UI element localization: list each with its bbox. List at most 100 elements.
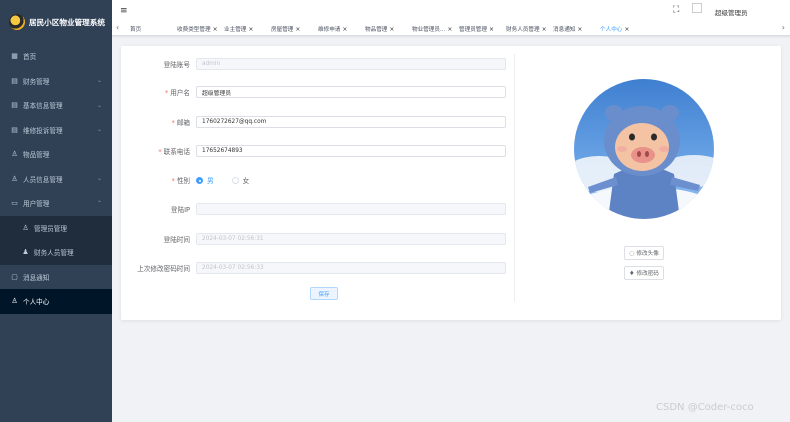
- chevron-down-icon: ⌄: [96, 175, 102, 183]
- tab-label: 消息通知: [553, 27, 576, 33]
- required-mark: *: [171, 119, 175, 127]
- phone-field[interactable]: 17652674893: [196, 145, 506, 157]
- document-icon: ▤: [11, 125, 18, 134]
- field-label: * 邮箱: [121, 117, 190, 127]
- user-name[interactable]: 超级管理员: [715, 7, 748, 17]
- close-icon[interactable]: ×: [624, 26, 629, 33]
- field-label: 登陆账号: [163, 61, 190, 69]
- tab-label: 首页: [130, 27, 142, 33]
- close-icon[interactable]: ×: [295, 26, 300, 33]
- document-icon: ▤: [11, 76, 18, 85]
- tab-houses[interactable]: 房屋管理 ×: [271, 25, 300, 33]
- sidebar-item-label: 基本信息管理: [23, 102, 63, 111]
- sidebar-item-users[interactable]: ▭ 用户管理 ⌃: [0, 191, 112, 216]
- tab-fee-types[interactable]: 收费类型管理 ×: [177, 25, 218, 33]
- key-icon: ♦: [629, 269, 635, 277]
- field-label: 上次修改密码时间: [137, 265, 190, 273]
- chevron-left-icon[interactable]: ‹: [116, 23, 119, 32]
- field-label-text: 邮箱: [176, 119, 190, 127]
- tab-label: 财务人员管理: [506, 27, 540, 33]
- folder-icon: ▭: [11, 199, 18, 208]
- sidebar-item-admin-manage[interactable]: ♙ 管理员管理: [0, 216, 112, 241]
- chevron-down-icon: ⌄: [96, 126, 102, 134]
- users-submenu: ♙ 管理员管理 ♟ 财务人员管理: [0, 215, 112, 265]
- tab-goods[interactable]: 物品管理 ×: [365, 25, 394, 33]
- hamburger-icon[interactable]: ≡: [120, 6, 128, 16]
- sidebar: 居民小区物业管理系统 ▦ 首页 ▤ 财务管理 ⌄ ▤ 基本信息管理 ⌄ ▤ 维修…: [0, 0, 112, 422]
- close-icon[interactable]: ×: [542, 26, 547, 33]
- fullscreen-icon[interactable]: ⛶: [673, 5, 679, 15]
- watermark: CSDN @Coder-coco: [656, 402, 754, 413]
- sidebar-item-messages[interactable]: ▢ 消息通知: [0, 265, 112, 290]
- tab-messages[interactable]: 消息通知 ×: [553, 25, 582, 33]
- close-icon[interactable]: ×: [447, 26, 452, 33]
- close-icon[interactable]: ×: [342, 26, 347, 33]
- avatar[interactable]: [692, 3, 702, 13]
- password-time-field[interactable]: 2024-03-07 02:56:33: [196, 262, 506, 274]
- tab-owners[interactable]: 业主管理 ×: [224, 25, 253, 33]
- tab-admin[interactable]: 管理员管理 ×: [459, 25, 494, 33]
- tab-label: 维修申请: [318, 27, 341, 33]
- sidebar-item-repair[interactable]: ▤ 维修投诉管理 ⌄: [0, 118, 112, 143]
- sidebar-item-label: 用户管理: [23, 200, 50, 209]
- field-label-text: 性别: [176, 177, 190, 185]
- sidebar-item-label: 消息通知: [23, 273, 50, 282]
- tab-repair[interactable]: 维修申请 ×: [318, 25, 347, 33]
- required-mark: *: [164, 89, 169, 97]
- gender-male-radio[interactable]: 男: [196, 175, 214, 185]
- ip-field[interactable]: [196, 203, 506, 215]
- sidebar-item-label: 维修投诉管理: [23, 126, 63, 135]
- tab-label: 管理员管理: [459, 27, 487, 33]
- tab-home[interactable]: 首页: [130, 25, 141, 33]
- sidebar-item-finance-staff[interactable]: ♟ 财务人员管理: [0, 240, 112, 265]
- email-field[interactable]: 1760272627@qq.com: [196, 116, 506, 128]
- sidebar-item-finance[interactable]: ▤ 财务管理 ⌄: [0, 69, 112, 94]
- sidebar-item-label: 管理员管理: [34, 224, 67, 233]
- brand: 居民小区物业管理系统: [0, 0, 112, 44]
- user-icon: ♟: [22, 248, 29, 257]
- app-title: 居民小区物业管理系统: [29, 17, 105, 27]
- field-label: * 用户名: [121, 87, 190, 97]
- tags-view: ‹ 首页 收费类型管理 × 业主管理 × 房屋管理 × 维修申请 × 物品管理 × 物业管…: [112, 22, 790, 36]
- sidebar-item-label: 财务管理: [23, 77, 50, 86]
- field-label-text: 用户名: [170, 89, 190, 97]
- image-icon: ◌: [629, 249, 635, 257]
- close-icon[interactable]: ×: [389, 26, 394, 33]
- sidebar-item-goods[interactable]: ♙ 物品管理: [0, 142, 112, 167]
- divider: [514, 54, 515, 302]
- sidebar-item-label: 首页: [23, 53, 37, 62]
- tab-label: 房屋管理: [271, 27, 294, 33]
- message-icon: ▢: [11, 272, 18, 281]
- close-icon[interactable]: ×: [577, 26, 582, 33]
- change-password-button[interactable]: ♦ 修改密码: [624, 266, 664, 280]
- chevron-right-icon[interactable]: ›: [782, 23, 785, 32]
- account-field[interactable]: admin: [196, 58, 506, 70]
- sidebar-item-personnel[interactable]: ♙ 人员信息管理 ⌄: [0, 167, 112, 192]
- close-icon[interactable]: ×: [213, 26, 218, 33]
- sidebar-item-basic-info[interactable]: ▤ 基本信息管理 ⌄: [0, 93, 112, 118]
- document-icon: ▤: [11, 101, 18, 110]
- sidebar-item-profile[interactable]: ♙ 个人中心: [0, 289, 112, 314]
- username-field[interactable]: 超级管理员: [196, 86, 506, 98]
- chevron-up-icon: ⌃: [96, 199, 102, 207]
- close-icon[interactable]: ×: [489, 26, 494, 33]
- button-label: 修改密码: [636, 271, 659, 277]
- tab-finance-staff[interactable]: 财务人员管理 ×: [506, 25, 547, 33]
- field-label: 登陆时间: [163, 236, 190, 244]
- button-label: 修改头像: [636, 251, 659, 257]
- save-button[interactable]: 保存: [310, 287, 338, 300]
- gender-female-radio[interactable]: 女: [231, 175, 249, 185]
- sidebar-item-label: 人员信息管理: [23, 175, 63, 184]
- login-time-field[interactable]: 2024-03-07 02:56:31: [196, 233, 506, 245]
- field-label: * 联系电话: [121, 146, 190, 156]
- radio-dot: [196, 176, 203, 184]
- tab-property-admin[interactable]: 物业管理员... ×: [412, 25, 452, 33]
- change-avatar-button[interactable]: ◌ 修改头像: [624, 246, 664, 260]
- radio-dot: [231, 176, 239, 184]
- sidebar-item-home[interactable]: ▦ 首页: [0, 44, 112, 69]
- close-icon[interactable]: ×: [248, 26, 253, 33]
- tab-profile[interactable]: 个人中心 ×: [600, 25, 629, 33]
- user-icon: ♙: [22, 223, 29, 232]
- tab-label: 物品管理: [365, 27, 388, 33]
- required-mark: *: [171, 177, 175, 185]
